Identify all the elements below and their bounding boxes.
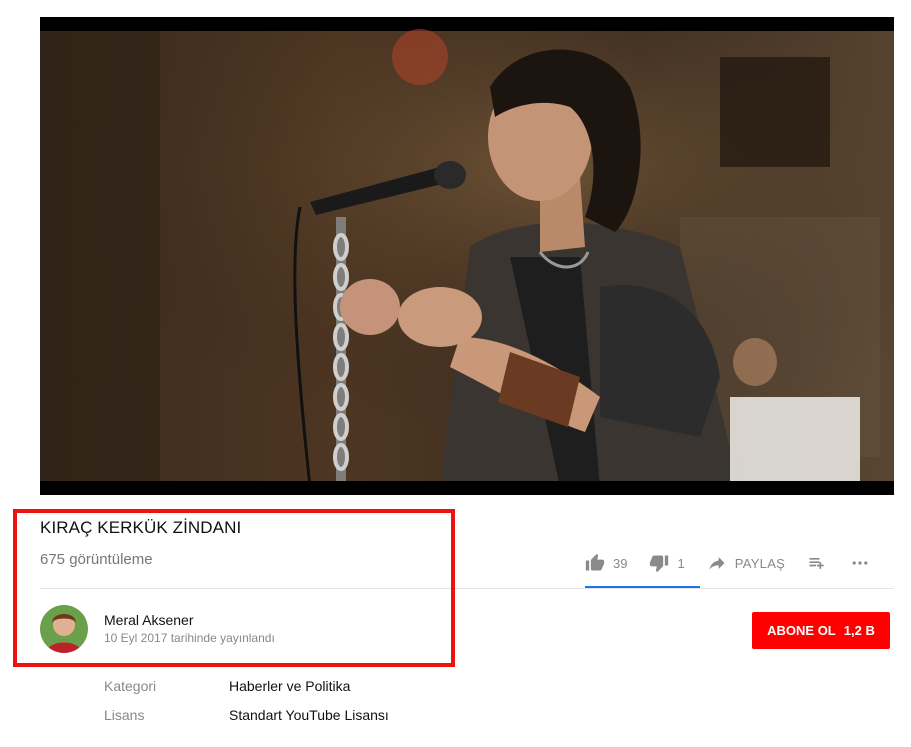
avatar[interactable] <box>40 605 88 653</box>
share-label: PAYLAŞ <box>734 555 786 571</box>
add-to-playlist-button[interactable] <box>807 553 827 573</box>
metadata-key: Lisans <box>104 707 145 723</box>
like-count: 39 <box>613 555 628 571</box>
like-button[interactable]: 39 <box>585 553 627 573</box>
thumb-up-icon <box>585 553 605 571</box>
thumb-down-icon <box>650 555 669 573</box>
metadata-value[interactable]: Haberler ve Politika <box>229 678 350 694</box>
share-button[interactable]: PAYLAŞ <box>707 553 785 573</box>
metadata-key: Kategori <box>104 678 157 694</box>
video-frame <box>40 17 894 495</box>
metadata-value: Standart YouTube Lisansı <box>229 707 389 723</box>
watch-page: KIRAÇ KERKÜK ZİNDANI 675 görüntüleme 39 … <box>0 0 911 747</box>
channel-avatar-image <box>40 605 88 653</box>
share-arrow-icon <box>709 557 725 570</box>
more-actions-button[interactable] <box>849 553 871 573</box>
action-bar: 39 1 PAYLAŞ <box>585 548 871 578</box>
subscribe-button[interactable]: ABONE OL 1,2 B <box>752 612 890 649</box>
view-count: 675 görüntüleme <box>40 551 153 568</box>
subscribe-label: ABONE OL <box>767 623 836 638</box>
subscriber-count: 1,2 B <box>843 623 875 638</box>
video-title: KIRAÇ KERKÜK ZİNDANI <box>40 518 242 537</box>
publish-date: 10 Eyl 2017 tarihinde yayınlandı <box>104 631 275 645</box>
channel-name[interactable]: Meral Aksener <box>104 612 193 628</box>
more-horizontal-icon <box>852 561 868 565</box>
video-player[interactable] <box>40 17 894 495</box>
divider <box>40 588 894 589</box>
dislike-count: 1 <box>677 555 685 571</box>
dislike-button[interactable]: 1 <box>649 553 685 573</box>
add-to-playlist-icon <box>809 558 824 569</box>
